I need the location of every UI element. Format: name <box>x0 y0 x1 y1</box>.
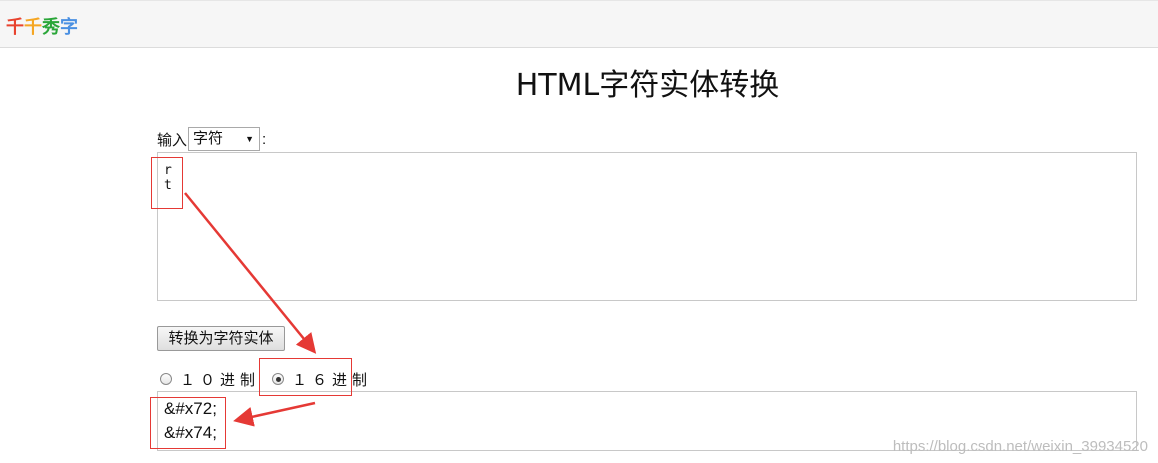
input-textarea[interactable]: r t <box>157 152 1137 301</box>
input-type-row: 输入 字符 ▼ : <box>157 127 266 151</box>
input-label: 输入 <box>157 131 188 149</box>
logo-char-4: 字 <box>60 17 78 37</box>
annotation-box-hex <box>259 358 352 396</box>
radio-decimal[interactable]: １０进制 <box>160 369 260 390</box>
radio-decimal-label: １０进制 <box>180 371 261 389</box>
dropdown-arrow-icon: ▼ <box>245 134 255 144</box>
annotation-box-output <box>150 397 226 449</box>
input-colon: : <box>262 130 267 148</box>
logo-char-2: 千 <box>24 17 42 37</box>
input-type-selected-value: 字符 <box>193 130 224 147</box>
logo-char-1: 千 <box>6 17 24 37</box>
input-type-select[interactable]: 字符 ▼ <box>188 127 261 151</box>
site-logo[interactable]: 千千秀字 <box>6 13 78 39</box>
input-line-1: r <box>164 163 172 178</box>
annotation-box-input <box>151 157 183 209</box>
convert-button[interactable]: 转换为字符实体 <box>157 326 285 351</box>
input-line-2: t <box>164 178 172 193</box>
logo-char-3: 秀 <box>42 17 60 37</box>
page-title: HTML字符实体转换 <box>515 68 780 103</box>
top-bar: 千千秀字 <box>0 0 1158 48</box>
radio-decimal-circle[interactable] <box>160 373 172 385</box>
watermark: https://blog.csdn.net/weixin_39934520 <box>892 438 1148 455</box>
output-line-1: &#x72; <box>164 399 217 418</box>
